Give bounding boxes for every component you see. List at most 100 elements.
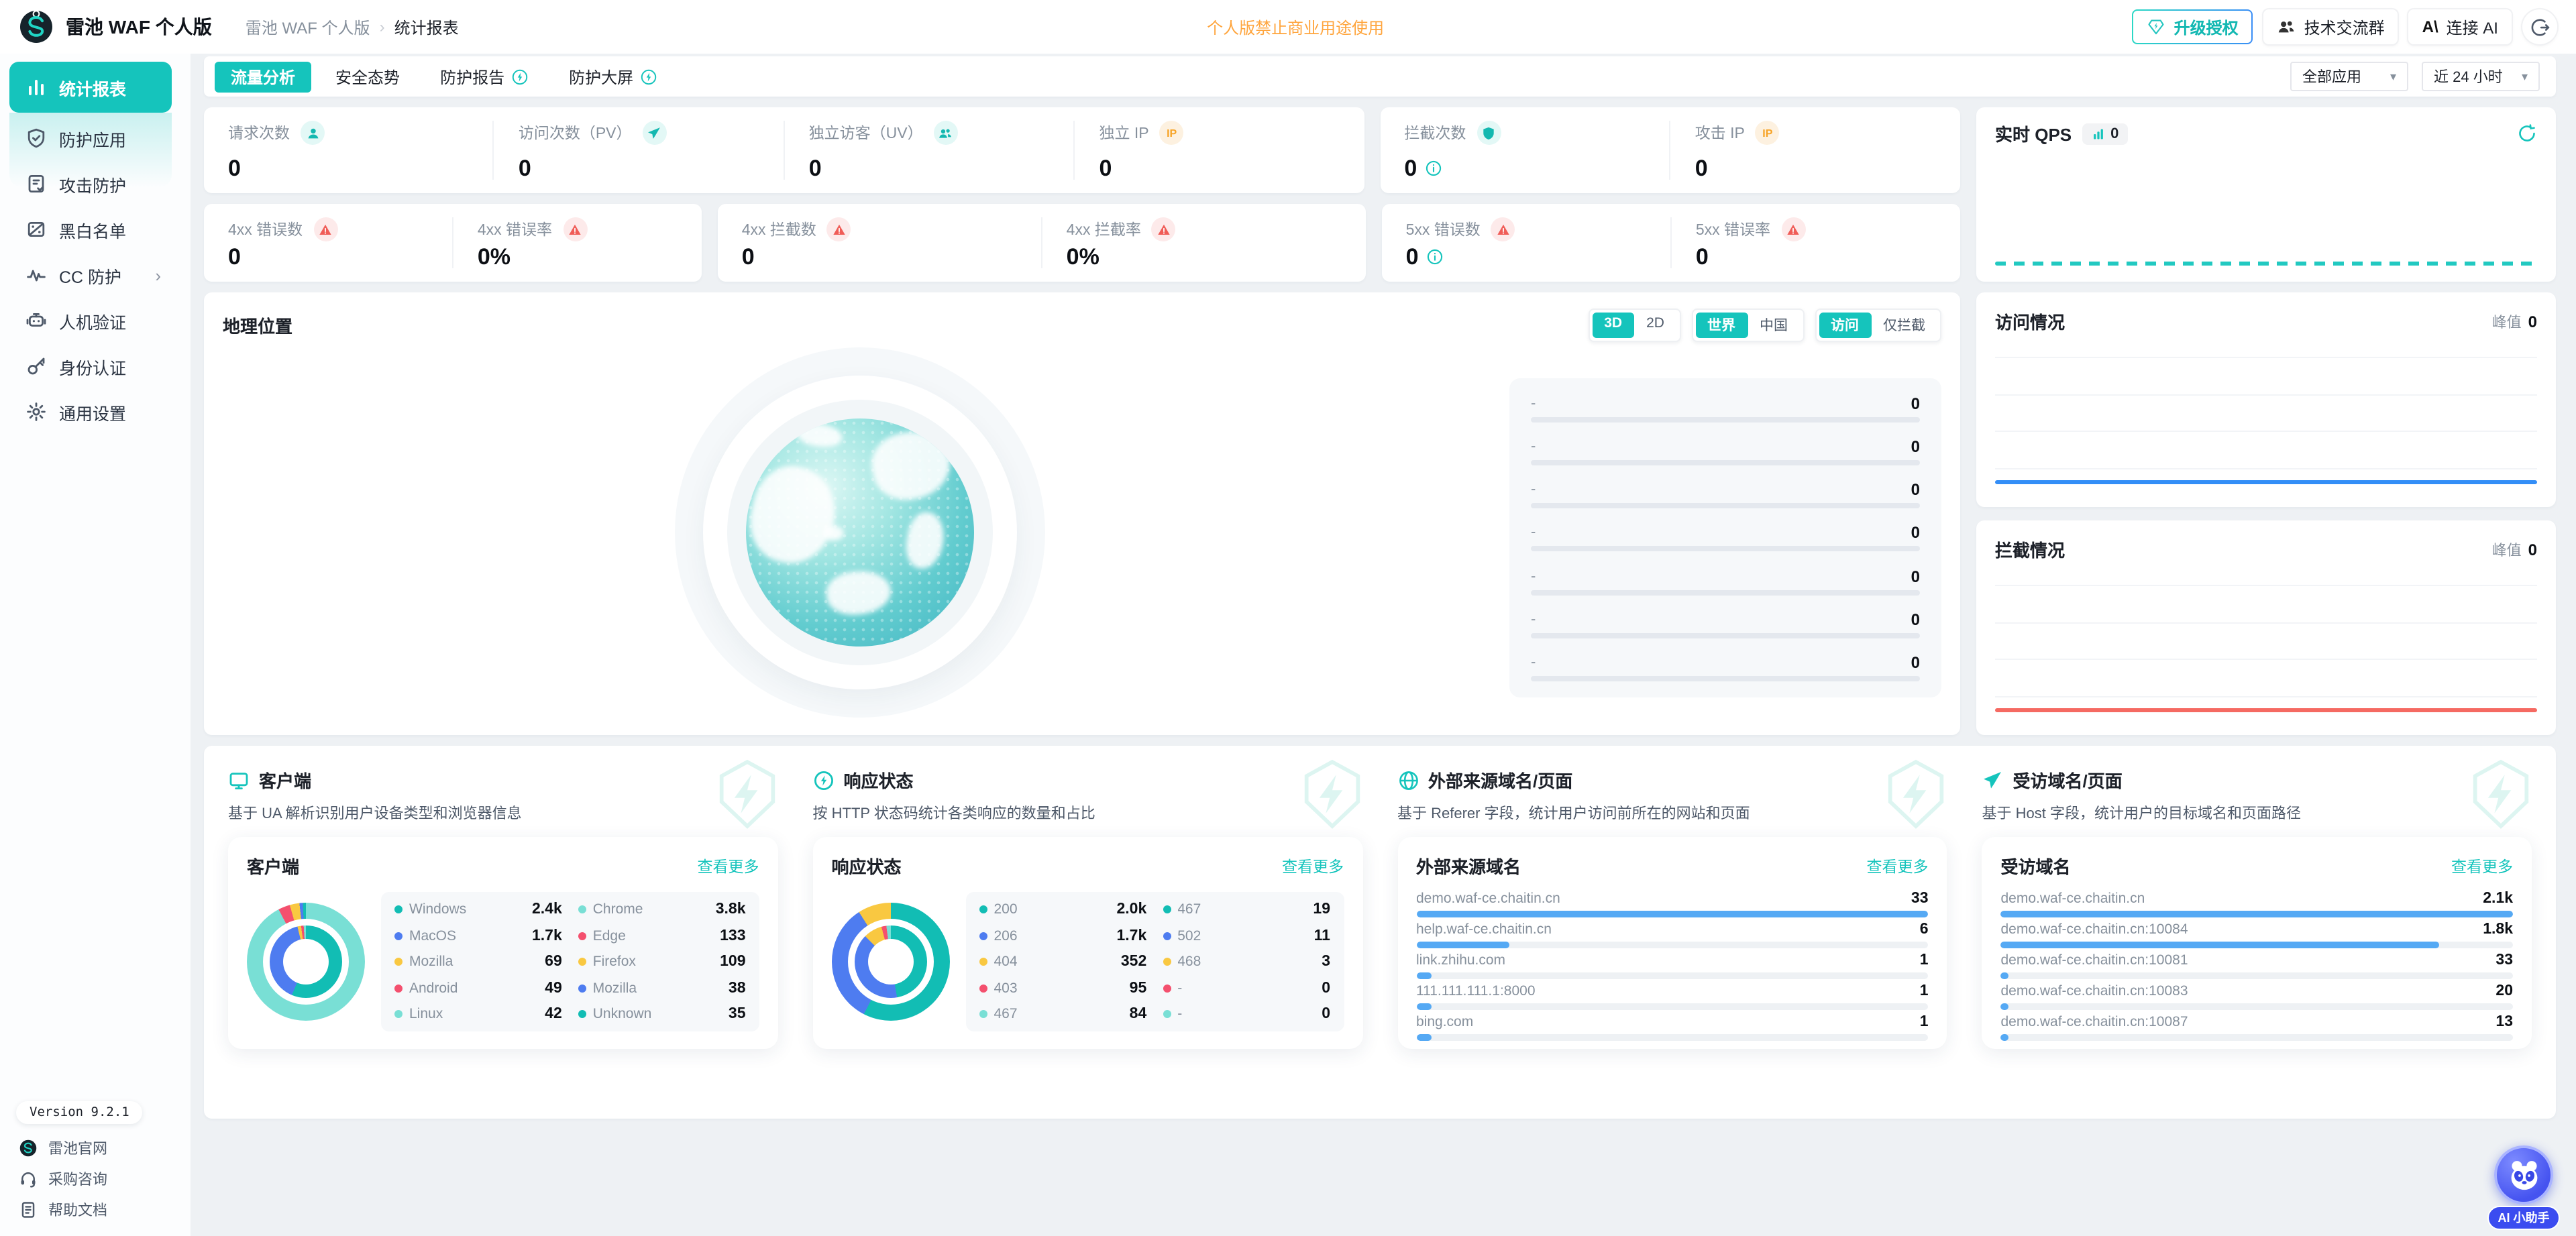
- legend-label: 200: [994, 901, 1018, 917]
- geo-rank-label: -: [1531, 396, 1536, 412]
- warning-triangle-icon: [1152, 217, 1176, 241]
- legend-label: Unknown: [593, 1006, 652, 1022]
- legend-dot: [979, 984, 987, 992]
- legend-label: Mozilla: [593, 980, 637, 996]
- breadcrumb-root[interactable]: 雷池 WAF 个人版: [246, 15, 370, 38]
- info-icon[interactable]: [1427, 248, 1444, 266]
- section-subtitle: 按 HTTP 状态码统计各类响应的数量和占比: [813, 802, 1363, 824]
- diamond-bolt-icon: [2147, 17, 2166, 36]
- product-title: 雷池 WAF 个人版: [66, 13, 212, 40]
- section-card: 客户端查看更多Windows2.4kMacOS1.7kMozilla69Andr…: [228, 837, 778, 1049]
- legend-row: 46784: [979, 1006, 1147, 1022]
- time-range-select[interactable]: 近 24 小时 ▾: [2422, 62, 2540, 91]
- geo-rank-label: -: [1531, 568, 1536, 584]
- view-more-link[interactable]: 查看更多: [698, 855, 759, 877]
- upgrade-license-button[interactable]: 升级授权: [2133, 9, 2253, 44]
- geo-rank-label: -: [1531, 482, 1536, 498]
- legend-dot: [979, 1010, 987, 1018]
- sidebar-item-7[interactable]: 通用设置: [9, 389, 172, 435]
- tab-0[interactable]: 流量分析: [215, 61, 311, 92]
- geo-toggle-1-1[interactable]: 中国: [1748, 313, 1800, 338]
- geo-toggle-1-0[interactable]: 世界: [1695, 313, 1748, 338]
- geo-toggle-group-0: 3D2D: [1588, 308, 1680, 342]
- view-more-link[interactable]: 查看更多: [1282, 855, 1344, 877]
- geo-rank-bar: [1531, 504, 1920, 509]
- bar-value: 1.8k: [2483, 921, 2513, 938]
- intercept-title: 拦截情况: [1995, 537, 2065, 562]
- geo-rank-value: 0: [1911, 653, 1920, 672]
- section-title: 客户端: [259, 767, 311, 793]
- paper-plane-icon: [643, 121, 667, 145]
- section-card-title: 外部来源域名: [1416, 853, 1521, 879]
- geo-rank-row-0: -0: [1531, 394, 1920, 423]
- qps-title: 实时 QPS: [1995, 121, 2072, 146]
- legend-row: Linux42: [394, 1006, 562, 1022]
- geo-toggle-2-0[interactable]: 访问: [1819, 313, 1871, 338]
- geo-toggle-0-0[interactable]: 3D: [1592, 313, 1634, 338]
- bar-list: demo.waf-ce.chaitin.cn2.1kdemo.waf-ce.ch…: [2001, 891, 2514, 1041]
- stat-4-0: 5xx 错误数0: [1382, 217, 1670, 268]
- bar-row: help.waf-ce.chaitin.cn6: [1416, 921, 1929, 948]
- sidebar-link-2[interactable]: 帮助文档: [13, 1194, 182, 1225]
- info-icon[interactable]: [1425, 160, 1442, 177]
- geo-toggle-0-1[interactable]: 2D: [1634, 313, 1676, 338]
- bar-value: 33: [2496, 952, 2513, 968]
- sidebar-link-1[interactable]: 采购咨询: [13, 1164, 182, 1194]
- sidebar-item-0[interactable]: 统计报表: [9, 62, 172, 113]
- qps-zero-line: [1995, 261, 2537, 266]
- stat-card-1: 拦截次数0攻击 IPIP0: [1380, 107, 1960, 193]
- geo-rank-value: 0: [1911, 524, 1920, 543]
- key-icon: [25, 355, 47, 377]
- stat-0-3: 独立 IPIP0: [1074, 121, 1364, 180]
- bar-row: link.zhihu.com1: [1416, 952, 1929, 979]
- geo-rank-bar: [1531, 589, 1920, 595]
- community-button[interactable]: 技术交流群: [2264, 9, 2398, 44]
- license-notice: 个人版禁止商业用途使用: [459, 15, 2133, 38]
- tab-1[interactable]: 安全态势: [319, 61, 416, 92]
- legend-dot: [979, 905, 987, 913]
- tab-2[interactable]: 防护报告: [424, 61, 545, 92]
- globe-visualization[interactable]: [746, 418, 974, 647]
- sidebar-item-5[interactable]: 人机验证: [9, 298, 172, 343]
- ip-badge-icon: IP: [1756, 121, 1780, 145]
- legend-dot: [394, 932, 402, 940]
- safeline-waf-dashboard: 雷池 WAF 个人版 雷池 WAF 个人版 › 统计报表 个人版禁止商业用途使用…: [0, 0, 2576, 1236]
- logout-button[interactable]: [2522, 9, 2557, 44]
- sidebar-item-3[interactable]: 黑白名单: [9, 207, 172, 252]
- qps-current-badge: 0: [2082, 123, 2128, 144]
- sidebar: 统计报表防护应用攻击防护黑白名单CC 防护›人机验证身份认证通用设置 Versi…: [0, 54, 191, 1236]
- legend-value: 84: [1130, 1006, 1147, 1022]
- bolt-circle-icon: [813, 769, 835, 791]
- sidebar-item-1[interactable]: 防护应用: [9, 115, 172, 161]
- sidebar-link-0[interactable]: 雷池官网: [13, 1133, 182, 1164]
- geo-toggle-2-1[interactable]: 仅拦截: [1871, 313, 1937, 338]
- section-3: 受访域名/页面基于 Host 字段，统计用户的目标域名和页面路径受访域名查看更多…: [1982, 767, 2532, 1100]
- tab-3[interactable]: 防护大屏: [553, 61, 674, 92]
- connect-ai-button[interactable]: A\ 连接 AI: [2409, 9, 2512, 44]
- geo-rank-row-1: -0: [1531, 437, 1920, 465]
- stat-card-3: 4xx 拦截数04xx 拦截率0%: [718, 204, 1366, 282]
- bar-label: link.zhihu.com: [1416, 952, 1505, 968]
- ai-assistant-button[interactable]: AI 小助手: [2485, 1145, 2563, 1229]
- app-filter-select[interactable]: 全部应用 ▾: [2290, 62, 2408, 91]
- peak-label: 峰值: [2492, 539, 2522, 560]
- stat-value: 0: [519, 157, 531, 180]
- section-subtitle: 基于 Referer 字段，统计用户访问前所在的网站和页面: [1397, 802, 1947, 824]
- refresh-icon[interactable]: [2517, 123, 2537, 144]
- legend-value: 109: [720, 954, 745, 970]
- view-more-link[interactable]: 查看更多: [2451, 855, 2513, 877]
- sidebar-item-2[interactable]: 攻击防护: [9, 161, 172, 207]
- visit-title: 访问情况: [1995, 308, 2065, 334]
- legend-label: 502: [1177, 928, 1201, 944]
- sidebar-item-6[interactable]: 身份认证: [9, 343, 172, 389]
- sidebar-item-4[interactable]: CC 防护›: [9, 252, 172, 298]
- bar-row: demo.waf-ce.chaitin.cn:100841.8k: [2001, 921, 2514, 948]
- panda-icon: [2494, 1145, 2553, 1204]
- stat-label: 独立访客（UV）: [809, 122, 923, 144]
- legend-row: Mozilla69: [394, 954, 562, 970]
- view-more-link[interactable]: 查看更多: [1867, 855, 1929, 877]
- section-title: 外部来源域名/页面: [1428, 767, 1572, 793]
- bolt-badge-icon: [511, 68, 529, 85]
- shield-icon: [1477, 121, 1501, 145]
- intercept-peak: 峰值0: [2492, 539, 2537, 560]
